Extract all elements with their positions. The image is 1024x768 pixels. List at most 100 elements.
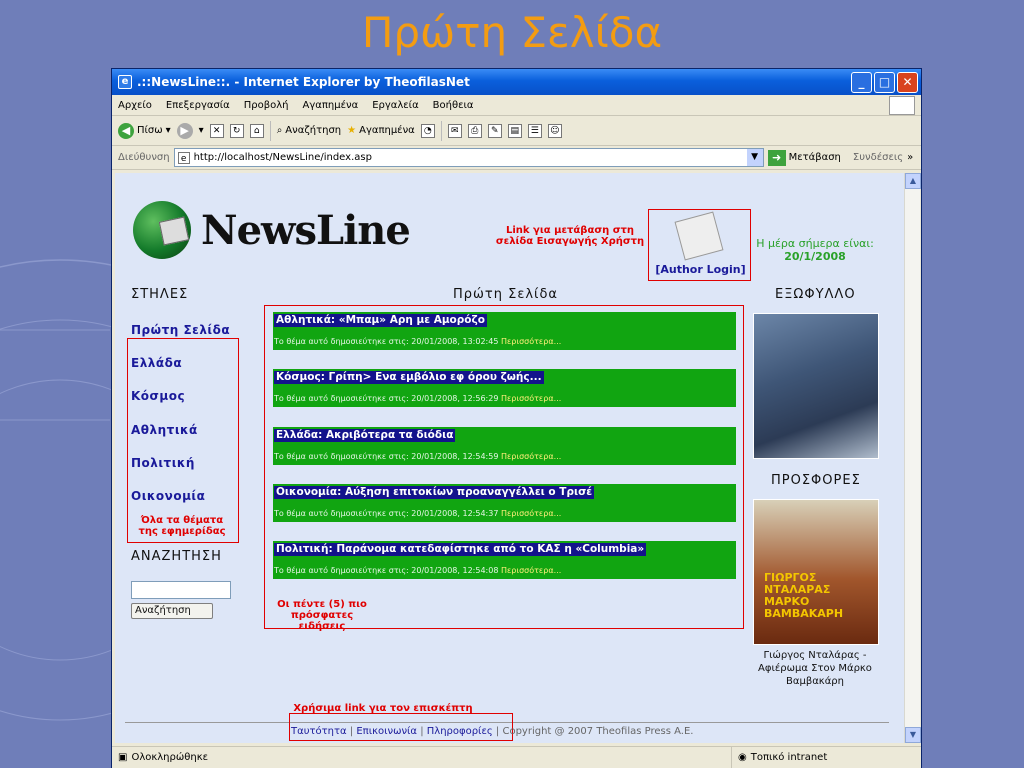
minimize-button[interactable]: _ [851,71,872,93]
menu-favorites[interactable]: Αγαπημένα [303,100,359,111]
news-item[interactable]: Ελλάδα: Ακριβότερα τα διόδια Το θέμα αυτ… [273,427,736,465]
chevron-right-icon[interactable]: » [907,152,913,163]
menu-tools[interactable]: Εργαλεία [372,100,418,111]
star-icon: ★ [347,125,357,136]
footer-link-identity[interactable]: Ταυτότητα [291,726,347,737]
home-icon[interactable]: ⌂ [249,123,264,138]
more-link[interactable]: Περισσότερα... [501,337,561,346]
menu-view[interactable]: Προβολή [244,100,289,111]
scroll-down-icon[interactable]: ▼ [905,727,921,743]
search-submit-button[interactable]: Αναζήτηση [131,603,213,619]
news-item[interactable]: Οικονομία: Αύξηση επιτοκίων προαναγγέλλε… [273,484,736,522]
news-headline[interactable]: Αθλητικά: «Μπαμ» Αρη με Αμορόζο [274,314,487,327]
favorites-button[interactable]: ★ Αγαπημένα [347,125,415,136]
nav-economy[interactable]: Οικονομία [131,489,205,503]
menu-edit[interactable]: Επεξεργασία [166,100,230,111]
chevron-down-icon[interactable]: ▾ [166,125,171,136]
search-icon: ⌕ [276,125,283,136]
close-button[interactable]: ✕ [897,71,918,93]
address-url: http://localhost/NewsLine/index.asp [193,152,372,163]
vertical-scrollbar[interactable]: ▲ ▼ [904,173,921,743]
more-link[interactable]: Περισσότερα... [501,566,561,575]
messenger-icon[interactable]: ☺ [547,123,562,138]
news-headline[interactable]: Πολιτική: Παράνομα κατεδαφίστηκε από το … [274,543,647,556]
address-input[interactable]: e http://localhost/NewsLine/index.asp ▼ [173,148,764,167]
author-login-link[interactable]: [Author Login] [649,263,752,276]
news-meta: Το θέμα αυτό δημοσιεύτηκε στις: 20/01/20… [274,452,562,461]
stop-icon[interactable]: ✕ [209,123,224,138]
go-button[interactable]: ➜ Μετάβαση [767,149,841,166]
nav-politics[interactable]: Πολιτική [131,456,195,470]
intranet-icon: ◉ [738,752,747,763]
cover-image[interactable] [753,313,879,459]
more-link[interactable]: Περισσότερα... [501,394,561,403]
favorites-label: Αγαπημένα [359,125,415,136]
menu-help[interactable]: Βοήθεια [433,100,474,111]
mail-icon[interactable]: ✉ [447,123,462,138]
menu-file[interactable]: Αρχείο [118,100,152,111]
page-viewport: NewsLine Link για μετάβαση στη σελίδα Ει… [115,173,904,743]
author-annotation: Link για μετάβαση στη σελίδα Εισαγωγής Χ… [495,225,645,247]
go-label: Μετάβαση [788,152,841,163]
brand-name: NewsLine [201,206,411,254]
address-label: Διεύθυνση [118,152,170,163]
refresh-icon[interactable]: ↻ [229,123,244,138]
zone-text: Τοπικό intranet [750,752,828,763]
status-text: Ολοκληρώθηκε [131,752,208,763]
chevron-down-icon[interactable]: ▾ [199,125,204,136]
footer-link-info[interactable]: Πληροφορίες [427,726,493,737]
back-button[interactable]: ◀ Πίσω ▾ [118,122,171,139]
newspaper-icon [674,211,724,261]
forward-button[interactable]: ▶ [176,122,193,139]
print-icon[interactable]: ⎙ [467,123,482,138]
news-item[interactable]: Κόσμος: Γρίπη> Ενα εμβόλιο εφ όρου ζωής.… [273,369,736,407]
today-info: Η μέρα σήμερα είναι: 20/1/2008 [755,237,875,263]
discuss-icon[interactable]: ▤ [507,123,522,138]
edit-icon[interactable]: ✎ [487,123,502,138]
news-headline[interactable]: Κόσμος: Γρίπη> Ενα εμβόλιο εφ όρου ζωής.… [274,371,544,384]
toolbar: ◀ Πίσω ▾ ▶ ▾ ✕ ↻ ⌂ ⌕ Αναζήτηση ★ Αγαπημέ… [112,116,921,146]
nav-sports[interactable]: Αθλητικά [131,423,198,437]
maximize-button[interactable]: □ [874,71,895,93]
nav-home[interactable]: Πρώτη Σελίδα [131,323,230,337]
offers-heading: ΠΡΟΣΦΟΡΕΣ [771,473,861,488]
news-item[interactable]: Πολιτική: Παράνομα κατεδαφίστηκε από το … [273,541,736,579]
status-bar: ▣ Ολοκληρώθηκε ◉ Τοπικό intranet [112,746,921,768]
offer-image[interactable]: ΓΙΩΡΓΟΣ ΝΤΑΛΑΡΑΣ ΜΑΡΚΟ ΒΑΜΒΑΚΑΡΗ [753,499,879,645]
nav-greece[interactable]: Ελλάδα [131,356,182,370]
center-heading: Πρώτη Σελίδα [453,287,558,302]
copyright: Copyright @ 2007 Theofilas Press A.E. [502,726,694,737]
links-label[interactable]: Συνδέσεις [853,152,903,163]
columns-heading: ΣΤΗΛΕΣ [131,287,189,302]
globe-icon [133,201,191,259]
offer-cover-text: ΓΙΩΡΓΟΣ ΝΤΑΛΑΡΑΣ ΜΑΡΚΟ ΒΑΜΒΑΚΑΡΗ [764,571,844,620]
cover-heading: ΕΞΩΦΥΛΛΟ [775,287,856,302]
offer-caption[interactable]: Γιώργος Νταλάρας - Αφιέρωμα Στον Μάρκο Β… [745,649,885,688]
more-link[interactable]: Περισσότερα... [501,509,561,518]
more-link[interactable]: Περισσότερα... [501,452,561,461]
slide-title: Πρώτη Σελίδα [361,8,663,57]
news-annotation: Οι πέντε (5) πιο πρόσφατες ειδήσεις [277,599,367,632]
research-icon[interactable]: ☰ [527,123,542,138]
nav-world[interactable]: Κόσμος [131,389,185,403]
search-heading: ΑΝΑΖΗΤΗΣΗ [131,549,222,564]
news-item[interactable]: Αθλητικά: «Μπαμ» Αρη με Αμορόζο Το θέμα … [273,312,736,350]
chevron-down-icon[interactable]: ▼ [746,149,763,166]
search-button[interactable]: ⌕ Αναζήτηση [277,125,341,136]
history-icon[interactable]: ◔ [420,123,435,138]
news-meta: Το θέμα αυτό δημοσιεύτηκε στις: 20/01/20… [274,509,562,518]
back-label: Πίσω [137,125,163,136]
news-headline[interactable]: Οικονομία: Αύξηση επιτοκίων προαναγγέλλε… [274,486,595,499]
back-arrow-icon: ◀ [118,122,134,139]
footer: Ταυτότητα | Επικοινωνία | Πληροφορίες | … [291,726,694,737]
page-done-icon: ▣ [118,752,128,763]
news-box [264,305,744,629]
address-bar: Διεύθυνση e http://localhost/NewsLine/in… [112,146,921,170]
news-meta: Το θέμα αυτό δημοσιεύτηκε στις: 20/01/20… [274,337,562,346]
footer-link-contact[interactable]: Επικοινωνία [356,726,417,737]
site-logo[interactable]: NewsLine [133,201,411,259]
scroll-up-icon[interactable]: ▲ [905,173,921,189]
news-headline[interactable]: Ελλάδα: Ακριβότερα τα διόδια [274,429,456,442]
browser-window: e .::NewsLine::. - Internet Explorer by … [111,68,922,768]
search-input[interactable] [131,581,231,599]
